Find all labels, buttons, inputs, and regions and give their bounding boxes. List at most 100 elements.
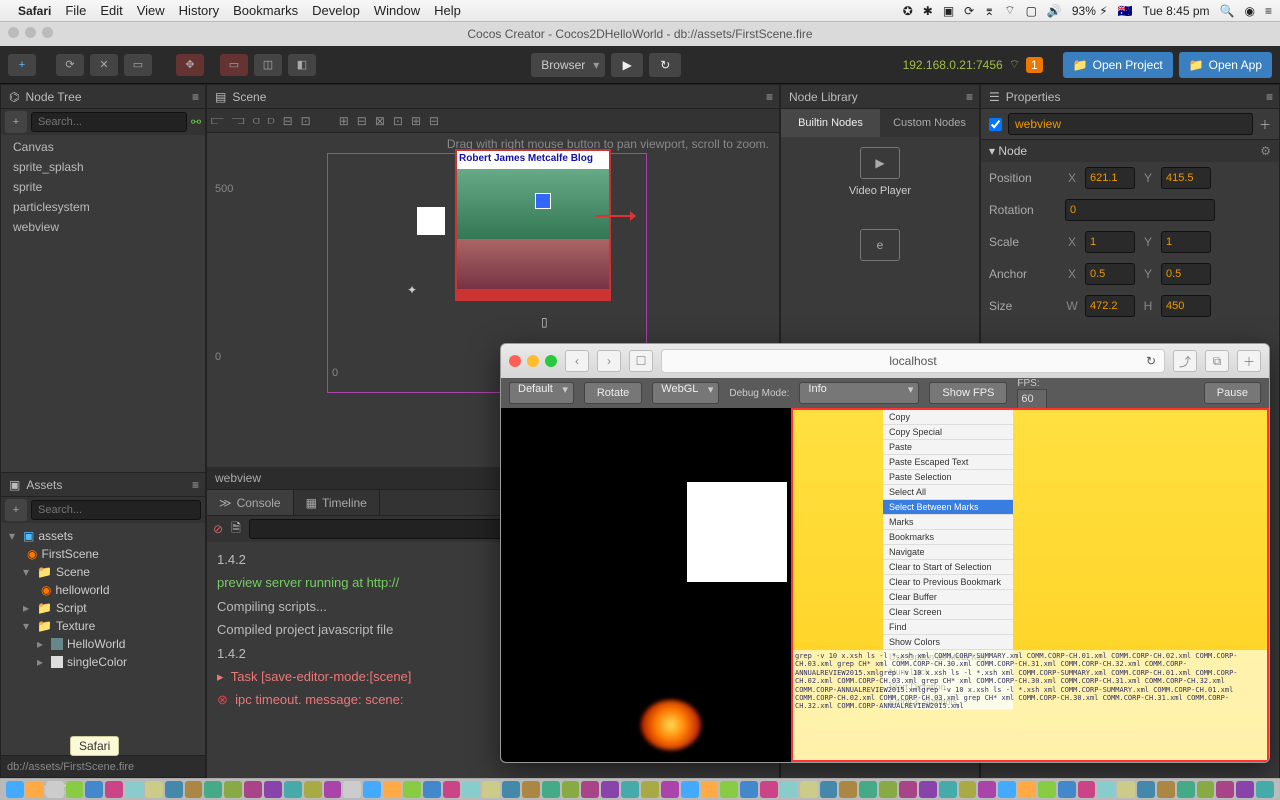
- particle-gizmo-icon[interactable]: ✦: [407, 283, 417, 297]
- rotate-button[interactable]: Rotate: [584, 382, 642, 404]
- dock-app-icon[interactable]: [1117, 781, 1135, 798]
- scale-y-input[interactable]: 1: [1161, 231, 1211, 253]
- tray-icon[interactable]: ⟳: [964, 4, 974, 18]
- dock-app-icon[interactable]: [1236, 781, 1254, 798]
- tool-close[interactable]: ✕: [90, 54, 118, 76]
- dock-app-icon[interactable]: [1177, 781, 1195, 798]
- dock-app-icon[interactable]: [581, 781, 599, 798]
- timeline-tab[interactable]: ▦Timeline: [294, 490, 380, 515]
- platform-dropdown[interactable]: Browser: [531, 53, 605, 77]
- dock-app-icon[interactable]: [1038, 781, 1056, 798]
- open-app-button[interactable]: 📁Open App: [1179, 52, 1272, 78]
- dock-app-icon[interactable]: [562, 781, 580, 798]
- dock-app-icon[interactable]: [1058, 781, 1076, 798]
- webview-item-icon[interactable]: e: [860, 229, 900, 261]
- size-h-input[interactable]: 450: [1161, 295, 1211, 317]
- menu-bookmarks[interactable]: Bookmarks: [233, 3, 298, 18]
- dock-app-icon[interactable]: [879, 781, 897, 798]
- align-tool[interactable]: ⊠: [375, 114, 385, 128]
- sprite-node[interactable]: [417, 207, 445, 235]
- bluetooth-icon[interactable]: ⌆: [984, 4, 994, 18]
- anchor-x-input[interactable]: 0.5: [1085, 263, 1135, 285]
- notification-badge[interactable]: 1: [1026, 57, 1043, 73]
- tool-scale[interactable]: ◧: [288, 54, 316, 76]
- asset-item[interactable]: ▾📁Scene: [1, 563, 205, 581]
- zoom-window[interactable]: [42, 27, 53, 38]
- console-file-button[interactable]: 🗎: [231, 519, 241, 540]
- clear-console-button[interactable]: ⊘: [213, 522, 223, 536]
- tree-node[interactable]: webview: [1, 217, 205, 237]
- dock-app-icon[interactable]: [26, 781, 44, 798]
- dock-app-icon[interactable]: [661, 781, 679, 798]
- dock-app-icon[interactable]: [125, 781, 143, 798]
- dock-app-icon[interactable]: [720, 781, 738, 798]
- panel-menu-icon[interactable]: ≡: [192, 90, 199, 104]
- dock-app-icon[interactable]: [363, 781, 381, 798]
- gear-icon[interactable]: ⚙: [1260, 144, 1271, 158]
- clock[interactable]: Tue 8:45 pm: [1143, 4, 1210, 18]
- dock-app-icon[interactable]: [185, 781, 203, 798]
- console-tab[interactable]: ≫Console: [207, 490, 294, 515]
- scale-x-input[interactable]: 1: [1085, 231, 1135, 253]
- share-button[interactable]: ⤴: [1173, 350, 1197, 372]
- close-window[interactable]: [8, 27, 19, 38]
- dock-app-icon[interactable]: [1018, 781, 1036, 798]
- dock-app-icon[interactable]: [264, 781, 282, 798]
- renderer-select[interactable]: WebGL: [652, 382, 719, 404]
- dock-app-icon[interactable]: [6, 781, 24, 798]
- play-button[interactable]: ▶: [611, 53, 643, 77]
- flag-icon[interactable]: 🇦🇺: [1118, 4, 1133, 18]
- volume-icon[interactable]: 🔊: [1047, 4, 1062, 18]
- back-button[interactable]: ‹: [565, 350, 589, 372]
- dock-app-icon[interactable]: [462, 781, 480, 798]
- align-tool[interactable]: ⫍: [211, 113, 224, 128]
- minimize-window[interactable]: [25, 27, 36, 38]
- dock-app-icon[interactable]: [959, 781, 977, 798]
- dock-app-icon[interactable]: [978, 781, 996, 798]
- debug-mode-select[interactable]: Info: [799, 382, 919, 404]
- dock-app-icon[interactable]: [939, 781, 957, 798]
- active-app-name[interactable]: Safari: [18, 4, 51, 18]
- builtin-nodes-tab[interactable]: Builtin Nodes: [781, 109, 880, 137]
- siri-icon[interactable]: ◉: [1245, 4, 1255, 18]
- node-tree-search[interactable]: [31, 112, 187, 132]
- tool-widget[interactable]: ▭: [124, 54, 152, 76]
- dock-app-icon[interactable]: [780, 781, 798, 798]
- dock-app-icon[interactable]: [800, 781, 818, 798]
- menu-help[interactable]: Help: [434, 3, 461, 18]
- reload-button[interactable]: ↻: [649, 53, 681, 77]
- dock-app-icon[interactable]: [760, 781, 778, 798]
- panel-menu-icon[interactable]: ≡: [966, 90, 973, 104]
- dock-app-icon[interactable]: [284, 781, 302, 798]
- menu-view[interactable]: View: [137, 3, 165, 18]
- link-icon[interactable]: ⚯: [191, 115, 201, 129]
- add-asset[interactable]: +: [5, 499, 27, 521]
- align-tool[interactable]: ⫐: [268, 113, 275, 128]
- tabs-button[interactable]: ⧉: [1205, 350, 1229, 372]
- sidebar-button[interactable]: ☐: [629, 350, 653, 372]
- menu-develop[interactable]: Develop: [312, 3, 360, 18]
- webview-gizmo-icon[interactable]: ▯: [541, 315, 548, 329]
- menu-edit[interactable]: Edit: [100, 3, 122, 18]
- align-tool[interactable]: ⊟: [357, 114, 367, 128]
- dock-app-icon[interactable]: [165, 781, 183, 798]
- dock-app-icon[interactable]: [820, 781, 838, 798]
- tree-node[interactable]: particlesystem: [1, 197, 205, 217]
- menu-history[interactable]: History: [179, 3, 219, 18]
- new-tab-button[interactable]: ＋: [1237, 350, 1261, 372]
- tool-anchor[interactable]: ◫: [254, 54, 282, 76]
- dock-app-icon[interactable]: [403, 781, 421, 798]
- panel-menu-icon[interactable]: ≡: [1266, 90, 1273, 104]
- tray-icon[interactable]: ▣: [943, 4, 954, 18]
- custom-nodes-tab[interactable]: Custom Nodes: [880, 109, 979, 137]
- panel-menu-icon[interactable]: ≡: [192, 478, 199, 492]
- dock-app-icon[interactable]: [839, 781, 857, 798]
- dock-app-icon[interactable]: [1078, 781, 1096, 798]
- add-tree-node[interactable]: +: [5, 111, 27, 133]
- dock-app-icon[interactable]: [1197, 781, 1215, 798]
- tool-move[interactable]: ✥: [176, 54, 204, 76]
- open-project-button[interactable]: 📁Open Project: [1063, 52, 1173, 78]
- tool-refresh[interactable]: ⟳: [56, 54, 84, 76]
- dock-app-icon[interactable]: [859, 781, 877, 798]
- asset-item[interactable]: ▸HelloWorld: [1, 635, 205, 653]
